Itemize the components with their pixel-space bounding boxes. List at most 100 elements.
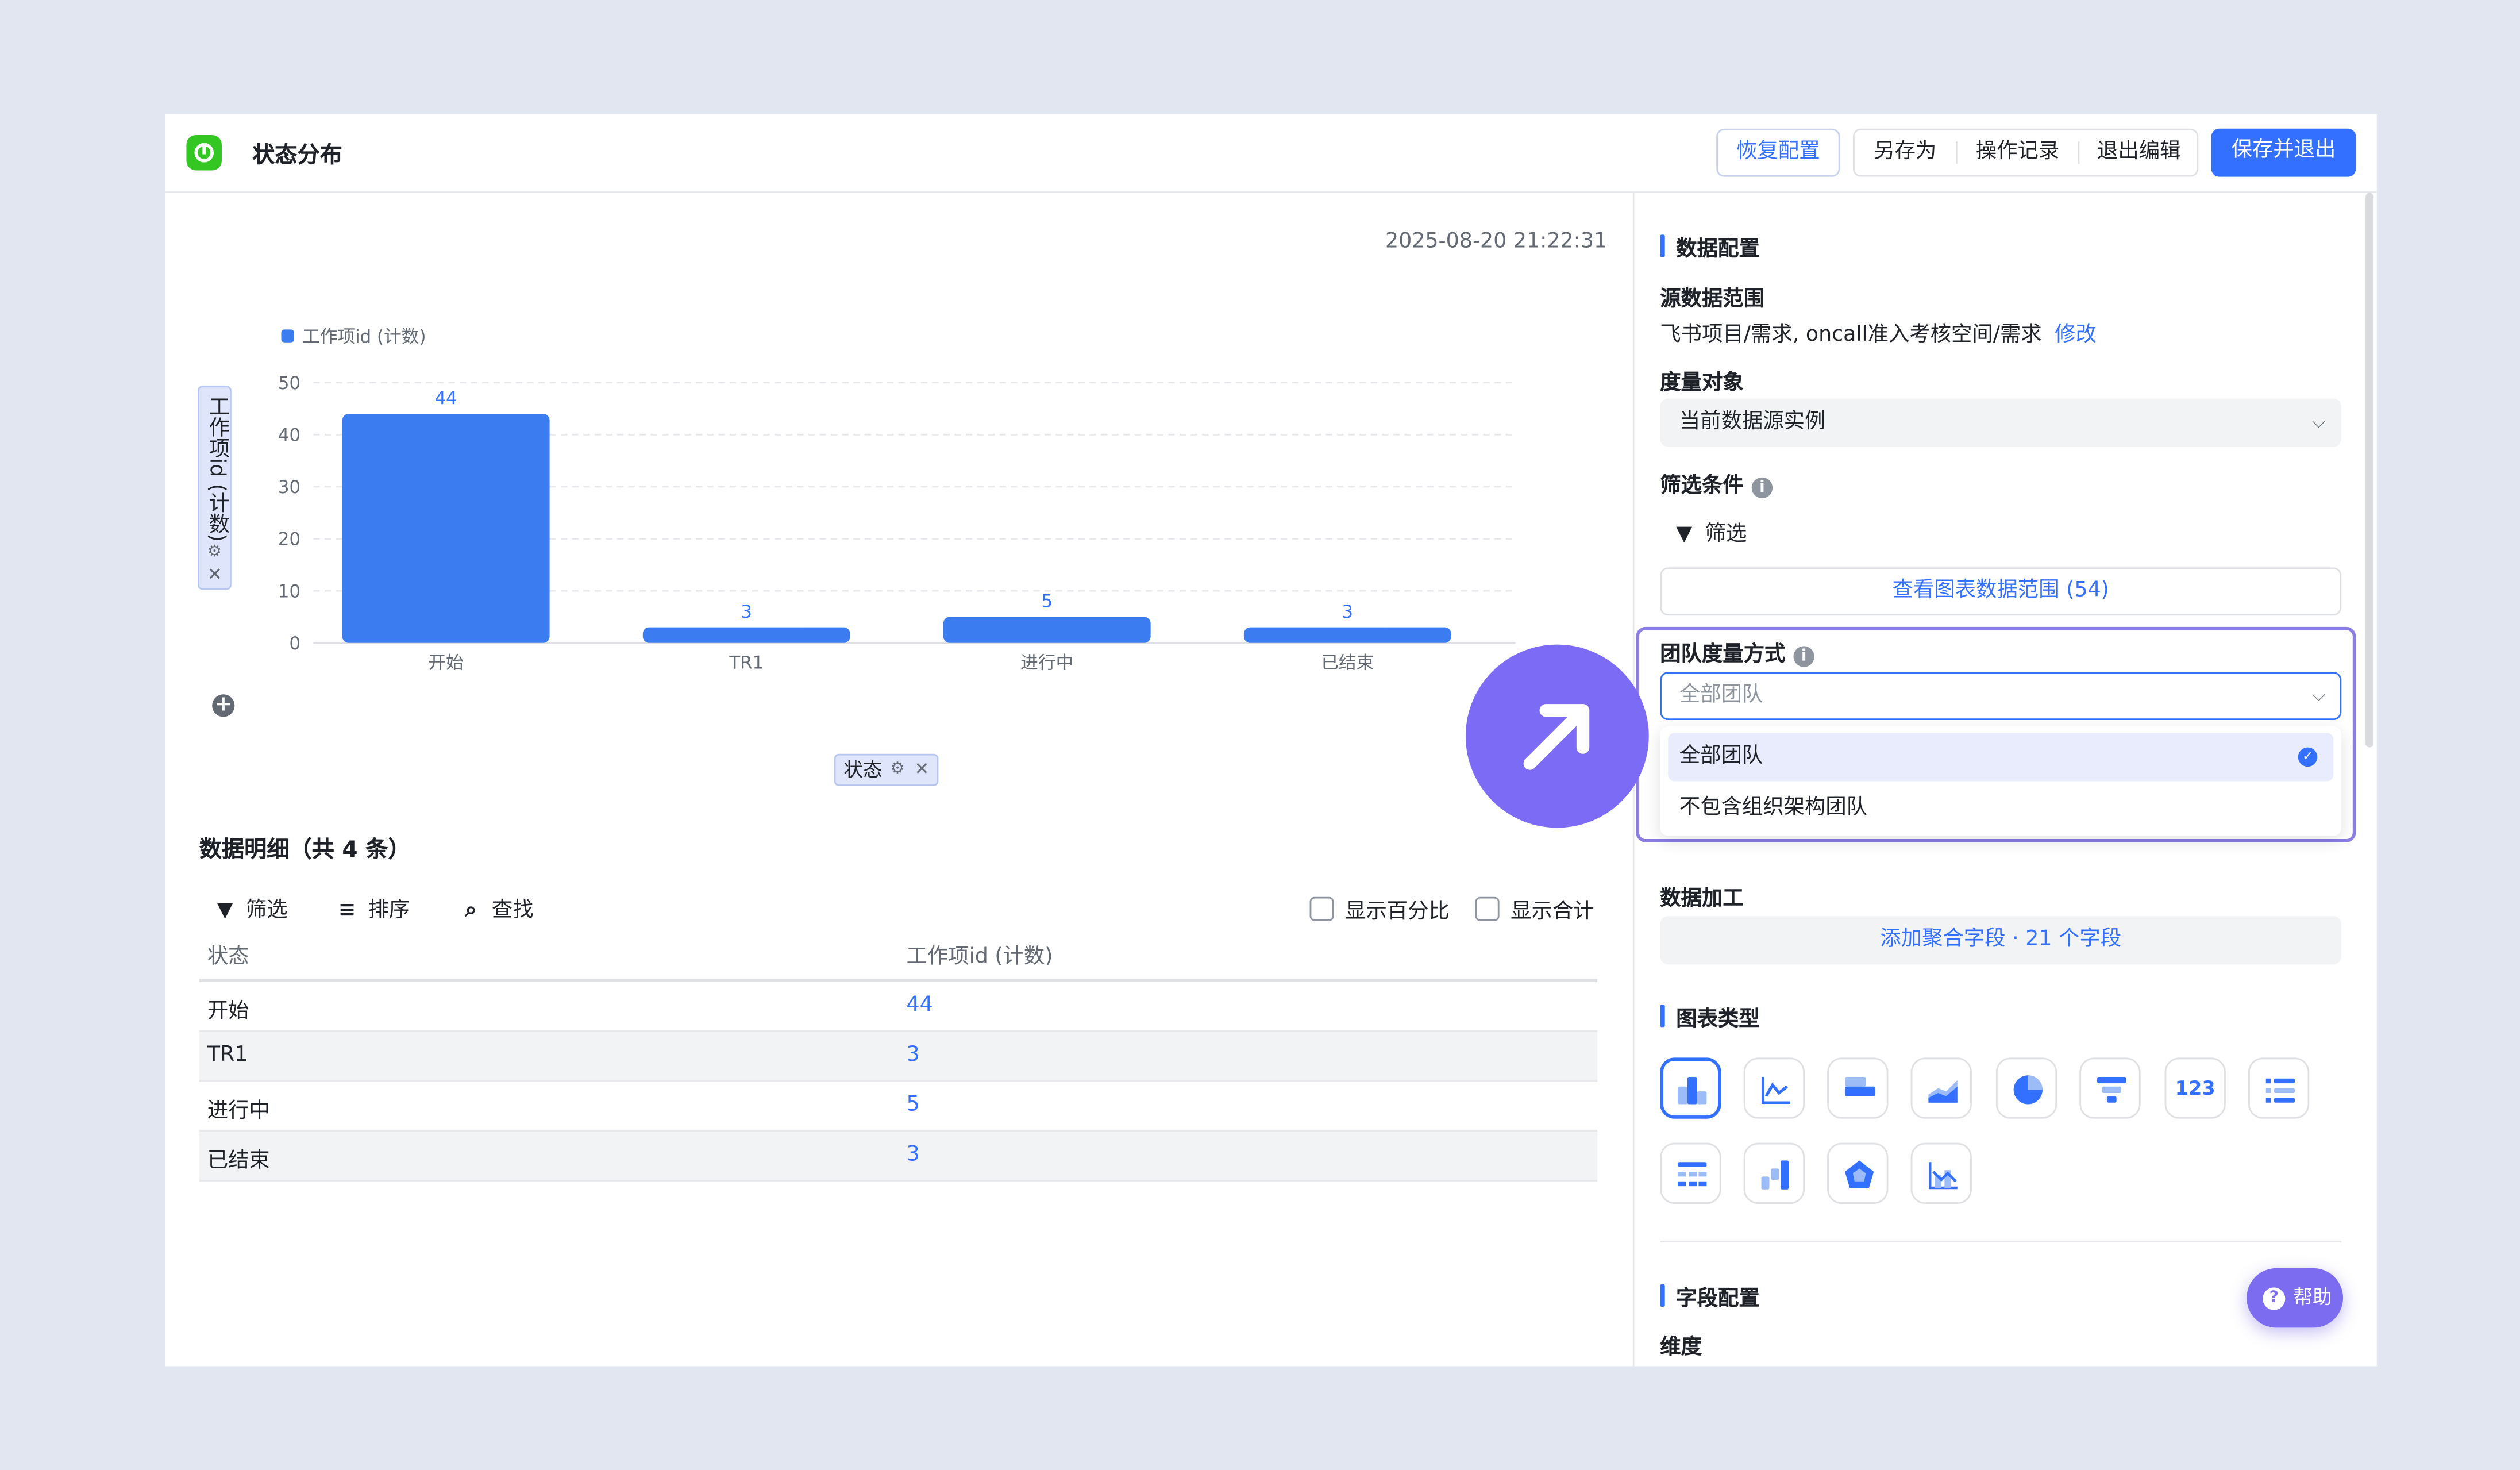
show-percent-label: 显示百分比 <box>1345 900 1450 925</box>
chart-type-column-button[interactable] <box>1660 1057 1721 1119</box>
chart-type-pie-button[interactable] <box>1995 1057 2057 1119</box>
data-label: 3 <box>1342 602 1353 622</box>
chevron-down-icon: ⌵ <box>2311 684 2326 706</box>
header-bar: 状态分布 恢复配置 另存为 操作记录 退出编辑 保存并退出 <box>165 114 2377 193</box>
area-chart-icon <box>1928 1080 1958 1103</box>
dropdown-option-all-teams[interactable]: 全部团队 ✓ <box>1668 733 2334 782</box>
sort-icon: ≡ <box>338 898 356 923</box>
bar <box>943 617 1151 643</box>
combo-chart-icon <box>1928 1162 1958 1190</box>
section-divider <box>1660 1241 2342 1243</box>
cell-count[interactable]: 3 <box>907 1043 920 1067</box>
team-measure-label-row: 团队度量方式 i <box>1660 637 1814 667</box>
chart-type-combo-button[interactable] <box>1910 1142 1972 1204</box>
chart-type-line-button[interactable] <box>1743 1057 1805 1119</box>
field-config-title: 字段配置 <box>1660 1281 1760 1311</box>
y-tick-label: 50 <box>278 373 300 394</box>
team-measure-label: 团队度量方式 <box>1660 642 1786 667</box>
cell-status: 进行中 <box>207 1099 270 1124</box>
cell-count[interactable]: 5 <box>907 1093 920 1117</box>
column-header-count[interactable]: 工作项id (计数) <box>907 938 1053 969</box>
x-axis-remove-icon[interactable]: ✕ <box>914 756 929 784</box>
check-circle-icon: ✓ <box>2298 747 2318 767</box>
details-table: 状态 工作项id (计数) 开始 44 TR1 3 进行中 5 已结束 3 <box>199 932 1598 1182</box>
chart-type-table-button[interactable] <box>1660 1142 1721 1204</box>
team-measure-highlight: 团队度量方式 i 全部团队 ⌵ 全部团队 ✓ 不包含组织架构团队 <box>1636 626 2356 842</box>
chart-type-list-button[interactable] <box>2248 1057 2310 1119</box>
x-axis-field-label: 状态 <box>843 759 883 782</box>
save-as-button[interactable]: 另存为 <box>1855 130 1956 175</box>
show-total-checkbox[interactable]: 显示合计 <box>1475 894 1594 924</box>
chart-type-title: 图表类型 <box>1660 1002 1760 1032</box>
list-chart-icon <box>2265 1078 2295 1103</box>
restore-config-button[interactable]: 恢复配置 <box>1716 128 1840 177</box>
x-tick-label: 已结束 <box>1321 653 1374 674</box>
filter-condition-label: 筛选条件 <box>1660 474 1744 499</box>
save-and-exit-button[interactable]: 保存并退出 <box>2211 128 2356 177</box>
option-label: 不包含组织架构团队 <box>1679 795 1868 820</box>
chart-type-radar-button[interactable] <box>1827 1142 1889 1204</box>
y-axis-field-pill[interactable]: 工作项id (计数) ⚙ ✕ <box>198 386 232 590</box>
exit-edit-button[interactable]: 退出编辑 <box>2079 130 2198 175</box>
details-find-button[interactable]: ⌕ 查找 <box>460 892 534 923</box>
details-sort-button[interactable]: ≡ 排序 <box>336 892 410 923</box>
line-chart-icon <box>1762 1076 1790 1104</box>
info-icon[interactable]: i <box>1793 646 1814 667</box>
bar <box>642 627 850 643</box>
chevron-down-icon: ⌵ <box>2311 411 2326 433</box>
y-axis-remove-icon[interactable]: ✕ <box>207 564 222 585</box>
add-field-icon[interactable]: + <box>212 694 235 717</box>
details-filter-button[interactable]: ▼ 筛选 <box>214 892 288 923</box>
dropdown-option-exclude-org-teams[interactable]: 不包含组织架构团队 <box>1668 784 2333 833</box>
page-title: 状态分布 <box>252 143 342 169</box>
chart-panel: 2025-08-20 21:22:31 工作项id (计数) 0 10 20 30 40… <box>165 193 1633 1367</box>
chart-type-number-button[interactable]: 123 <box>2164 1057 2226 1119</box>
cell-status: TR1 <box>207 1043 248 1068</box>
help-button[interactable]: ? 帮助 <box>2247 1268 2344 1328</box>
data-label: 44 <box>435 388 457 409</box>
table-row[interactable]: 开始 44 <box>199 982 1598 1032</box>
chart-type-bar-button[interactable] <box>1827 1057 1889 1119</box>
toolbar-button-group: 另存为 操作记录 退出编辑 <box>1852 128 2199 177</box>
view-data-range-button[interactable]: 查看图表数据范围 (54) <box>1660 567 2342 616</box>
x-axis-settings-icon[interactable]: ⚙ <box>891 756 905 784</box>
chart-type-waterfall-button[interactable] <box>1743 1142 1805 1204</box>
pie-chart-icon <box>2013 1075 2043 1105</box>
x-axis-field-pill[interactable]: 状态 ⚙ ✕ <box>834 753 939 786</box>
bar <box>342 414 550 643</box>
info-icon[interactable]: i <box>1751 477 1773 499</box>
source-range-row: 飞书项目/需求, oncall准入考核空间/需求 修改 <box>1660 317 2097 347</box>
arrow-up-right-icon <box>1465 644 1649 828</box>
details-filter-label: 筛选 <box>245 898 288 923</box>
bar <box>1243 627 1451 643</box>
y-axis-settings-icon[interactable]: ⚙ <box>207 543 222 561</box>
history-button[interactable]: 操作记录 <box>1958 130 2078 175</box>
data-label: 3 <box>741 602 752 622</box>
column-header-status[interactable]: 状态 <box>207 938 249 969</box>
checkbox-box <box>1309 896 1334 921</box>
table-row[interactable]: TR1 3 <box>199 1032 1598 1082</box>
cell-count[interactable]: 44 <box>907 994 933 1018</box>
config-scrollbar[interactable] <box>2365 193 2374 748</box>
team-measure-placeholder: 全部团队 <box>1679 683 1763 707</box>
table-header: 状态 工作项id (计数) <box>199 932 1598 982</box>
chart-type-area-button[interactable] <box>1910 1057 1972 1119</box>
source-range-value: 飞书项目/需求, oncall准入考核空间/需求 <box>1660 323 2042 348</box>
add-filter-button[interactable]: ▼ 筛选 <box>1676 516 1747 547</box>
measure-object-value: 当前数据源实例 <box>1679 410 1826 434</box>
measure-object-select[interactable]: 当前数据源实例 ⌵ <box>1660 398 2342 447</box>
checkbox-box <box>1475 896 1500 921</box>
show-total-label: 显示合计 <box>1511 900 1594 925</box>
modify-source-link[interactable]: 修改 <box>2055 323 2097 347</box>
help-label: 帮助 <box>2293 1286 2332 1309</box>
show-percent-checkbox[interactable]: 显示百分比 <box>1309 894 1450 925</box>
table-row[interactable]: 已结束 3 <box>199 1132 1598 1182</box>
add-aggregate-field-button[interactable]: 添加聚合字段 · 21 个字段 <box>1660 916 2342 965</box>
app-window: 状态分布 恢复配置 另存为 操作记录 退出编辑 保存并退出 2025-08-20… <box>165 114 2377 1367</box>
team-measure-select[interactable]: 全部团队 ⌵ <box>1660 672 2342 721</box>
details-find-label: 查找 <box>491 898 534 923</box>
chart-type-funnel-button[interactable] <box>2079 1057 2141 1119</box>
cell-count[interactable]: 3 <box>907 1143 920 1167</box>
bar-chart-icon <box>1844 1076 1876 1096</box>
table-row[interactable]: 进行中 5 <box>199 1082 1598 1132</box>
